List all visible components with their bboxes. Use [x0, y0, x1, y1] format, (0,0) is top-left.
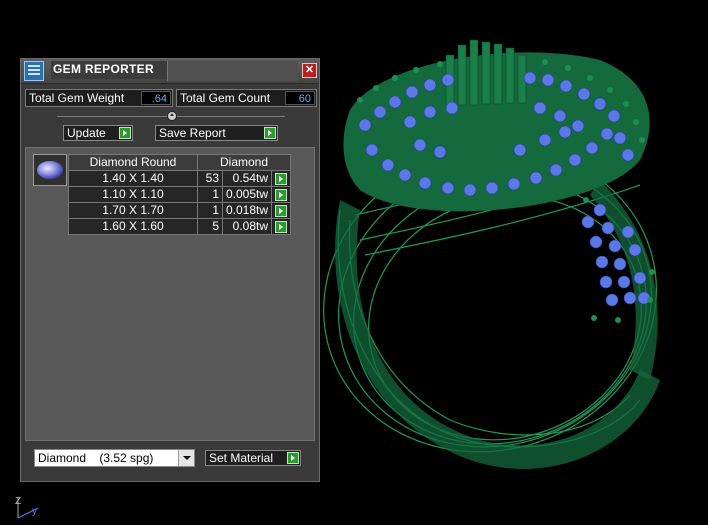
gem-count: 53 [197, 170, 223, 187]
update-button[interactable]: Update [63, 125, 133, 141]
gem-weight: 0.54tw [221, 170, 273, 187]
material-dropdown[interactable]: Diamond (3.52 spg) [34, 449, 195, 467]
gem-material-header: Diamond [196, 154, 292, 171]
total-gem-count-field: Total Gem Count 60 [176, 89, 317, 107]
update-play-icon [119, 127, 131, 139]
total-gem-weight-field: Total Gem Weight .64 [25, 89, 173, 107]
gem-weight: 0.018tw [221, 202, 273, 219]
set-material-play-icon [287, 452, 299, 464]
gem-reporter-app-icon [24, 61, 44, 81]
gem-list-area: Diamond Round Diamond 1.40 X 1.40 53 0.5… [25, 147, 315, 441]
row-play-icon[interactable] [275, 172, 288, 185]
row-play-icon[interactable] [275, 220, 288, 233]
gem-size: 1.70 X 1.70 [68, 202, 198, 219]
chevron-down-icon[interactable] [178, 450, 194, 466]
row-play-icon[interactable] [275, 204, 288, 217]
gem-reporter-panel: GEM REPORTER ✕ Total Gem Weight .64 Tota… [20, 58, 320, 482]
gem-count: 1 [197, 186, 223, 203]
gem-size: 1.10 X 1.10 [68, 186, 198, 203]
total-gem-count-value: 60 [285, 91, 315, 105]
gem-shape-header: Diamond Round [68, 154, 198, 171]
table-row: 1.60 X 1.60 5 0.08tw [68, 218, 292, 235]
table-row: 1.40 X 1.40 53 0.54tw [68, 170, 292, 187]
save-report-button[interactable]: Save Report [155, 125, 278, 141]
total-gem-weight-value: .64 [141, 91, 171, 105]
row-select-cell [271, 186, 292, 203]
gem-count: 5 [197, 218, 223, 235]
update-button-label: Update [67, 126, 106, 140]
title-bar[interactable]: GEM REPORTER ✕ [21, 59, 319, 84]
gem-table: Diamond Round Diamond 1.40 X 1.40 53 0.5… [68, 154, 292, 235]
round-gem-icon[interactable] [33, 154, 67, 186]
gem-size: 1.60 X 1.60 [68, 218, 198, 235]
gem-weight: 0.08tw [221, 218, 273, 235]
title-drag-area[interactable] [167, 61, 298, 81]
material-selected-value: Diamond (3.52 spg) [38, 451, 154, 465]
axis-y-label: y [32, 506, 37, 517]
set-material-button-label: Set Material [209, 451, 274, 465]
table-row: 1.70 X 1.70 1 0.018tw [68, 202, 292, 219]
set-material-button[interactable]: Set Material [205, 450, 301, 466]
close-button[interactable]: ✕ [302, 63, 317, 78]
panel-title: GEM REPORTER [51, 61, 169, 79]
row-play-icon[interactable] [275, 188, 288, 201]
axis-z-label: Z [15, 496, 22, 507]
total-gem-count-label: Total Gem Count [180, 91, 271, 105]
row-select-cell [271, 218, 292, 235]
collapse-toggle-icon[interactable] [167, 111, 177, 121]
save-report-button-label: Save Report [159, 126, 226, 140]
row-select-cell [271, 202, 292, 219]
gem-count: 1 [197, 202, 223, 219]
save-report-play-icon [264, 127, 276, 139]
total-gem-weight-label: Total Gem Weight [29, 91, 125, 105]
row-select-cell [271, 170, 292, 187]
table-row: 1.10 X 1.10 1 0.005tw [68, 186, 292, 203]
gem-table-header: Diamond Round Diamond [68, 154, 292, 171]
gem-weight: 0.005tw [221, 186, 273, 203]
gem-size: 1.40 X 1.40 [68, 170, 198, 187]
